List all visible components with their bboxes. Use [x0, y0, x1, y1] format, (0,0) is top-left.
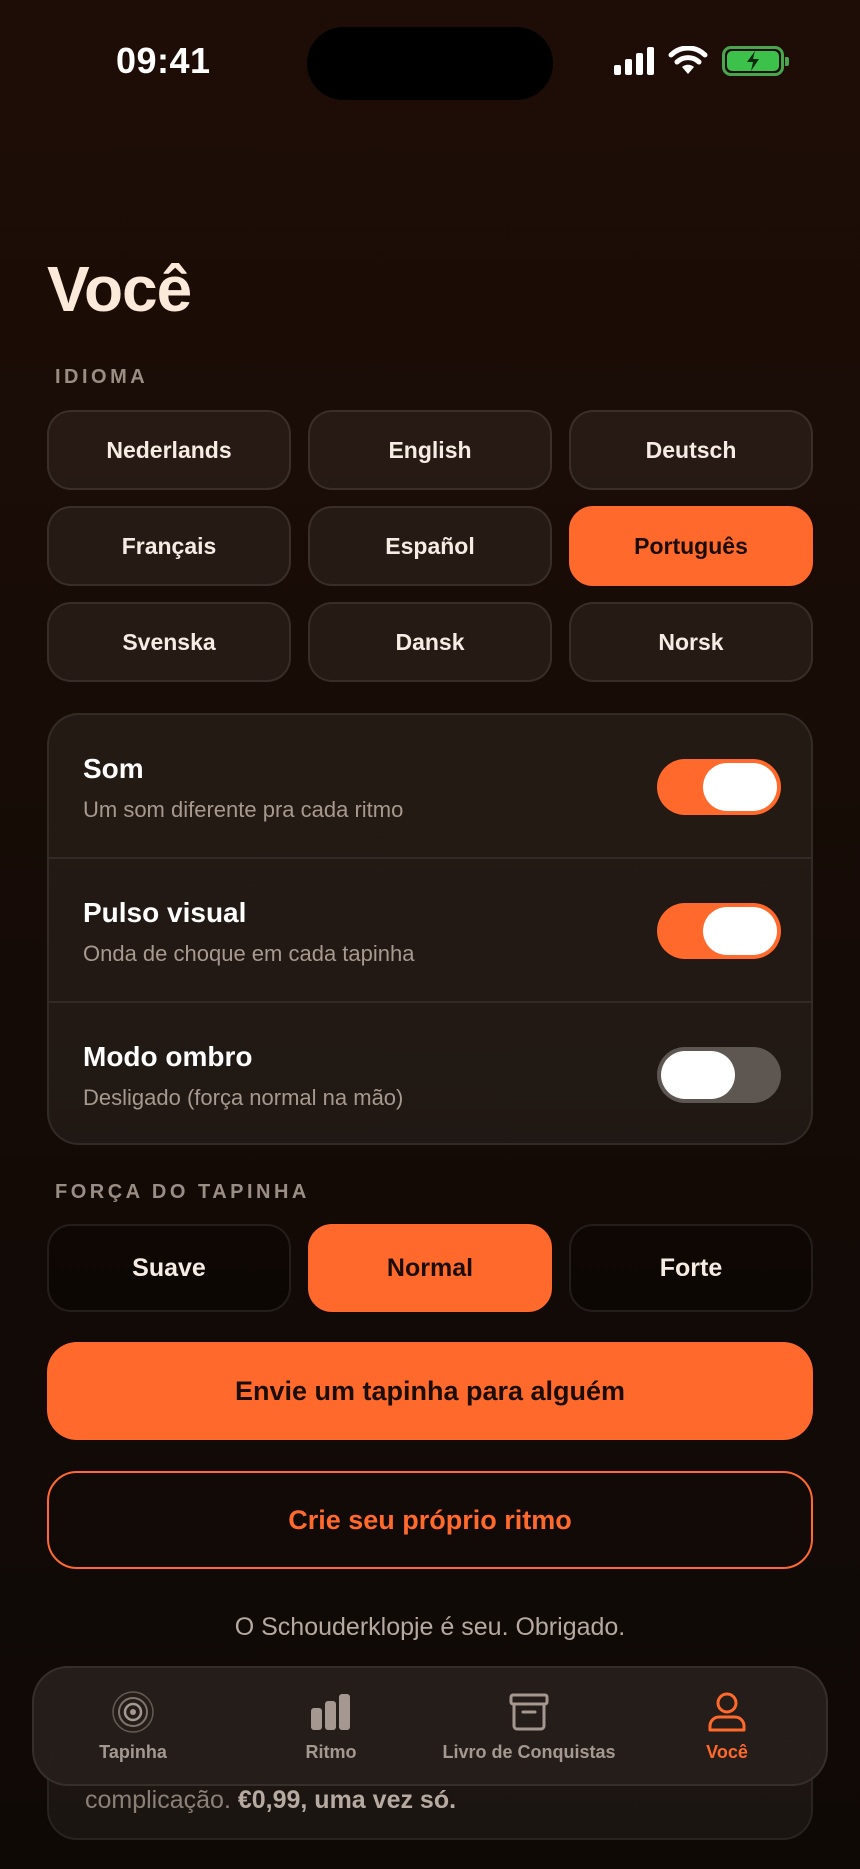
force-option-forte[interactable]: Forte [569, 1224, 813, 1312]
tab-label: Livro de Conquistas [442, 1741, 616, 1762]
force-section-label: FORÇA DO TAPINHA [55, 1181, 310, 1203]
visual-pulse-toggle[interactable] [657, 903, 781, 959]
sound-toggle[interactable] [657, 759, 781, 815]
dynamic-island [307, 27, 553, 100]
thanks-text: O Schouderklopje é seu. Obrigado. [234, 1613, 626, 1641]
tab-label: Ritmo [305, 1741, 357, 1762]
language-option-deutsch[interactable]: Deutsch [569, 410, 813, 490]
status-bar: 09:41 [0, 0, 860, 120]
purchase-card-prefix: complicação. [85, 1786, 238, 1814]
target-icon [112, 1690, 154, 1733]
language-option-portugues[interactable]: Português [569, 506, 813, 586]
language-option-nederlands[interactable]: Nederlands [47, 410, 291, 490]
language-option-francais[interactable]: Français [47, 506, 291, 586]
setting-row-visual-pulse: Pulso visual Onda de choque em cada tapi… [49, 859, 811, 1003]
setting-subtitle: Desligado (força normal na mão) [83, 1085, 404, 1110]
tab-voce[interactable]: Você [628, 1668, 826, 1784]
cellular-signal-icon [614, 47, 654, 75]
create-rhythm-button[interactable]: Crie seu próprio ritmo [47, 1471, 813, 1569]
setting-title: Som [83, 753, 144, 784]
settings-card: Som Um som diferente pra cada ritmo Puls… [47, 713, 813, 1145]
language-option-norsk[interactable]: Norsk [569, 602, 813, 682]
status-icons [614, 46, 789, 76]
setting-row-sound: Som Um som diferente pra cada ritmo [49, 715, 811, 859]
tab-ritmo[interactable]: Ritmo [232, 1668, 430, 1784]
person-icon [708, 1692, 746, 1731]
purchase-card-price: €0,99, uma vez só. [237, 1786, 457, 1814]
setting-subtitle: Onda de choque em cada tapinha [83, 941, 415, 966]
wifi-icon [668, 46, 708, 74]
toggle-knob [661, 1051, 735, 1099]
setting-row-shoulder-mode: Modo ombro Desligado (força normal na mã… [49, 1003, 811, 1143]
toggle-knob [703, 763, 777, 811]
setting-title: Modo ombro [83, 1041, 253, 1072]
battery-charging-icon [722, 46, 789, 76]
status-time: 09:41 [116, 40, 211, 81]
force-option-normal[interactable]: Normal [308, 1224, 552, 1312]
tab-bar: Tapinha Ritmo Livro de Conquistas Você [32, 1666, 828, 1786]
language-option-espanol[interactable]: Español [308, 506, 552, 586]
toggle-knob [703, 907, 777, 955]
language-option-english[interactable]: English [308, 410, 552, 490]
setting-subtitle: Um som diferente pra cada ritmo [83, 797, 404, 822]
purchase-card-text: complicação. €0,99, uma vez só. [85, 1786, 456, 1815]
send-tap-button[interactable]: Envie um tapinha para alguém [47, 1342, 813, 1440]
force-selector: Suave Normal Forte [47, 1224, 813, 1312]
tab-tapinha[interactable]: Tapinha [34, 1668, 232, 1784]
archive-icon [509, 1693, 549, 1730]
tab-label: Você [706, 1741, 748, 1762]
language-grid: Nederlands English Deutsch Français Espa… [47, 410, 813, 682]
language-option-svenska[interactable]: Svenska [47, 602, 291, 682]
language-option-dansk[interactable]: Dansk [308, 602, 552, 682]
setting-title: Pulso visual [83, 897, 247, 928]
tab-livro-de-conquistas[interactable]: Livro de Conquistas [430, 1668, 628, 1784]
force-option-suave[interactable]: Suave [47, 1224, 291, 1312]
bars-icon [311, 1693, 350, 1730]
page-title: Você [47, 253, 192, 325]
language-section-label: IDIOMA [55, 366, 149, 388]
shoulder-mode-toggle[interactable] [657, 1047, 781, 1103]
tab-label: Tapinha [99, 1741, 167, 1762]
